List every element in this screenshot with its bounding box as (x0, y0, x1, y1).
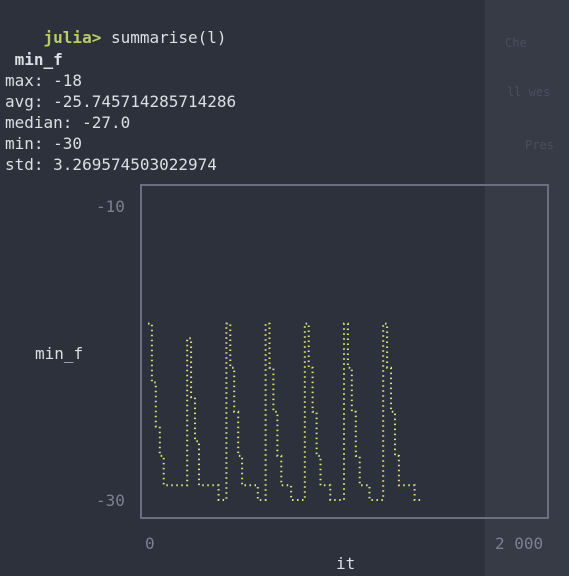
series-line-0 (148, 322, 423, 501)
x-tick-label-left: 0 (145, 534, 155, 553)
x-tick-label-right: 2 000 (495, 534, 544, 553)
terminal-window: Che ll wes Pres julia> summarise(l) min_… (0, 0, 569, 576)
line-plot (148, 322, 423, 501)
x-axis-label: it (336, 554, 356, 573)
